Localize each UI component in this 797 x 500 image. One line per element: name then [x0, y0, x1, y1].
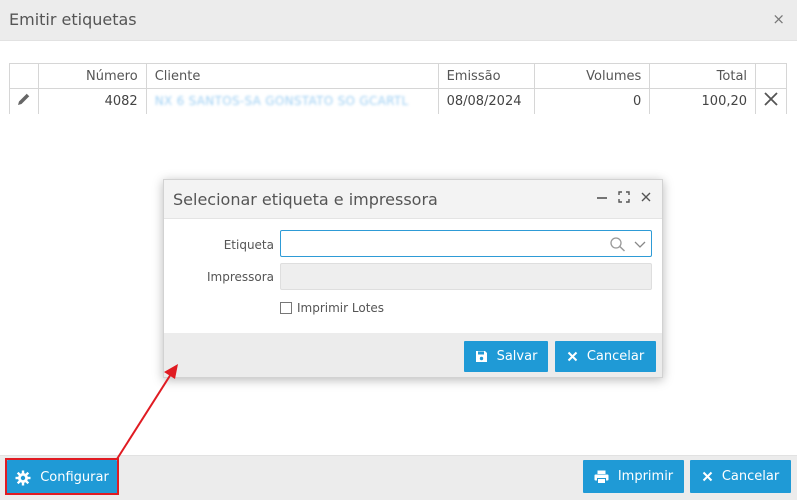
col-header-numero[interactable]: Número	[37, 63, 147, 89]
dialog-header: Selecionar etiqueta e impressora	[164, 180, 662, 219]
dialog-cancel-button[interactable]: Cancelar	[555, 341, 656, 372]
search-icon[interactable]	[609, 236, 627, 252]
delete-cell[interactable]	[755, 88, 787, 114]
imprimir-lotes-option[interactable]: Imprimir Lotes	[280, 301, 384, 315]
cliente-name: NX 6 SANTOS-SA GONSTATO SO GCARTL	[154, 93, 409, 108]
delete-x-icon[interactable]	[763, 91, 779, 107]
window-footer: Configurar Imprimir Cancelar	[0, 455, 797, 500]
col-header-delete	[755, 63, 787, 89]
etiqueta-input[interactable]	[281, 231, 601, 256]
window-close-icon[interactable]: ×	[772, 10, 785, 28]
col-header-total[interactable]: Total	[649, 63, 757, 89]
impressora-field	[280, 263, 652, 290]
save-button[interactable]: Salvar	[464, 341, 548, 372]
cancel-x-icon	[567, 351, 578, 362]
printer-icon	[594, 470, 609, 484]
edit-cell[interactable]	[9, 88, 39, 114]
dialog-close-icon[interactable]	[640, 190, 652, 208]
save-icon	[475, 351, 487, 362]
impressora-label: Impressora	[206, 270, 274, 284]
minimize-icon[interactable]	[596, 190, 608, 208]
col-header-volumes[interactable]: Volumes	[533, 63, 651, 89]
window-titlebar: Emitir etiquetas ×	[0, 0, 797, 41]
select-label-printer-dialog: Selecionar etiqueta e impressora Etiquet…	[163, 179, 663, 378]
etiqueta-field[interactable]	[280, 230, 652, 257]
etiqueta-label: Etiqueta	[223, 238, 274, 252]
labels-table: Número Cliente Emissão Volumes Total 408…	[9, 63, 787, 114]
cell-numero: 4082	[37, 88, 147, 114]
dialog-cancel-button-label: Cancelar	[586, 349, 645, 364]
cancel-button-label: Cancelar	[721, 469, 780, 484]
col-header-emissao[interactable]: Emissão	[437, 63, 535, 89]
cancel-x-icon	[702, 471, 713, 482]
dialog-footer: Salvar Cancelar	[164, 333, 662, 377]
cell-cliente: NX 6 SANTOS-SA GONSTATO SO GCARTL	[145, 88, 439, 114]
chevron-down-icon[interactable]	[634, 240, 646, 249]
col-header-edit	[9, 63, 39, 89]
cancel-button[interactable]: Cancelar	[690, 460, 791, 493]
emitir-etiquetas-window: Emitir etiquetas × Número Cliente Emissã…	[0, 0, 797, 500]
save-button-label: Salvar	[496, 349, 538, 364]
window-title: Emitir etiquetas	[9, 10, 137, 29]
imprimir-lotes-label: Imprimir Lotes	[297, 301, 385, 315]
table-row[interactable]: 4082 NX 6 SANTOS-SA GONSTATO SO GCARTL 0…	[9, 88, 787, 114]
cell-total: 100,20	[649, 88, 757, 114]
col-header-cliente[interactable]: Cliente	[145, 63, 439, 89]
cell-volumes: 0	[533, 88, 651, 114]
maximize-icon[interactable]	[618, 190, 630, 208]
dialog-title: Selecionar etiqueta e impressora	[173, 190, 438, 209]
configure-highlight-box	[5, 458, 119, 495]
pencil-icon[interactable]	[16, 91, 32, 107]
print-button[interactable]: Imprimir	[583, 460, 684, 493]
table-header-row: Número Cliente Emissão Volumes Total	[9, 63, 787, 89]
imprimir-lotes-checkbox[interactable]	[280, 302, 292, 314]
print-button-label: Imprimir	[617, 469, 674, 484]
impressora-input	[281, 264, 601, 289]
cell-emissao: 08/08/2024	[437, 88, 535, 114]
